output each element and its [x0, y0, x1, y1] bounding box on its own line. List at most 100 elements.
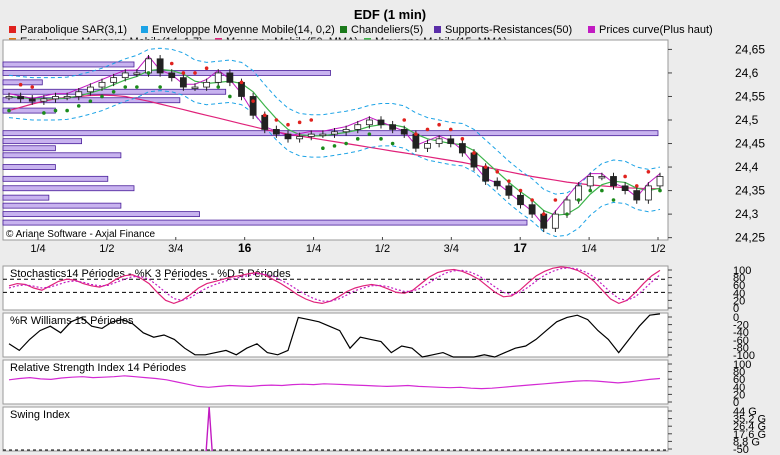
sar-dot	[181, 71, 186, 75]
candle-body	[52, 96, 59, 100]
candle-body	[331, 131, 338, 135]
sar-dot	[88, 99, 93, 103]
sar-dot	[646, 169, 651, 174]
sar-dot	[18, 82, 23, 87]
sar-dot	[367, 132, 372, 136]
price-x-tick-label: 1/2	[99, 243, 114, 255]
support-resistance-bar	[2, 185, 135, 192]
legend-label: Chandeliers(5)	[351, 24, 423, 36]
sar-dot	[239, 80, 244, 85]
candle-body	[586, 176, 594, 187]
legend-swatch	[434, 26, 441, 33]
candle-body	[179, 77, 187, 88]
support-resistance-bar	[2, 138, 82, 145]
sar-dot	[30, 85, 35, 89]
sar-dot	[76, 104, 81, 108]
candle-body	[621, 185, 629, 191]
price-y-tick-label: 24,35	[735, 184, 765, 198]
indicator-title: Swing Index	[10, 409, 70, 421]
candle-body	[377, 119, 385, 126]
candle-body	[517, 194, 524, 206]
sar-dot	[111, 89, 116, 94]
candle-body	[5, 96, 13, 99]
sar-dot	[390, 141, 395, 146]
sar-dot	[332, 144, 337, 148]
candle-body	[412, 133, 420, 149]
candle-body	[145, 58, 152, 74]
sar-dot	[204, 66, 209, 71]
candle-body	[156, 58, 164, 74]
sar-dot	[541, 212, 546, 216]
candle-body	[272, 129, 280, 135]
candle-body	[435, 138, 443, 144]
support-resistance-bar	[2, 175, 109, 182]
candle-body	[168, 72, 176, 79]
candle-body	[447, 138, 455, 144]
candle-body	[493, 180, 501, 187]
sar-dot	[402, 118, 407, 122]
sar-dot	[472, 151, 476, 155]
price-x-tick-label: 1/4	[306, 243, 321, 255]
price-x-tick-label: 16	[238, 241, 252, 255]
candle-body	[470, 152, 478, 168]
edf-chart: EDF (1 min) Parabolique SAR(3,1) Enveloppp…	[2, 7, 766, 455]
candle-body	[86, 86, 94, 93]
sar-dot	[355, 137, 360, 141]
price-y-tick-label: 24,3	[735, 207, 759, 221]
candle-body	[644, 185, 652, 201]
candle-body	[98, 81, 106, 88]
candle-body	[575, 185, 583, 201]
sar-dot	[297, 120, 302, 125]
sar-dot	[42, 111, 46, 115]
candle-body	[17, 96, 25, 100]
sar-dot	[495, 169, 500, 174]
candle-body	[400, 129, 408, 135]
sar-dot	[576, 198, 581, 202]
candle-body	[63, 96, 71, 99]
sar-dot	[425, 127, 430, 132]
support-resistance-bar	[2, 79, 43, 86]
sar-dot	[262, 113, 267, 118]
price-x-tick-label: 17	[514, 241, 528, 255]
price-x-tick-label: 1/2	[650, 243, 665, 255]
candle-body	[214, 72, 222, 83]
legend-label: Supports-Resistances(50)	[445, 24, 572, 36]
price-y-tick-label: 24,55	[735, 89, 765, 103]
sar-dot	[530, 198, 534, 202]
indicator-title: Relative Strength Index 14 Périodes	[10, 362, 187, 374]
sar-dot	[483, 165, 488, 169]
sar-dot	[448, 127, 453, 132]
chart-title: EDF (1 min)	[354, 7, 426, 22]
support-resistance-bar	[2, 145, 56, 152]
watermark: © Ariane Software - Axial Finance	[6, 229, 156, 240]
support-resistance-bar	[2, 211, 200, 218]
sar-dot	[600, 188, 604, 193]
candle-body	[249, 96, 257, 116]
legend-label: Parabolique SAR(3,1)	[20, 24, 127, 36]
price-x-tick-label: 1/4	[30, 243, 45, 255]
sar-dot	[100, 94, 104, 99]
price-y-tick-label: 24,5	[735, 113, 759, 127]
legend-swatch	[9, 26, 16, 33]
price-x-tick-label: 3/4	[168, 243, 183, 255]
candle-body	[203, 81, 211, 88]
legend-swatch	[141, 26, 148, 33]
candle-body	[528, 204, 536, 215]
sar-dot	[7, 108, 11, 113]
sar-dot	[274, 118, 279, 122]
candle-body	[563, 199, 571, 215]
sar-dot	[123, 85, 128, 89]
candle-body	[656, 176, 664, 187]
sar-dot	[518, 188, 523, 193]
support-resistance-bar	[2, 152, 122, 159]
candle-body	[482, 166, 490, 182]
candle-body	[424, 143, 431, 149]
sar-dot	[286, 122, 290, 127]
candle-body	[226, 72, 234, 83]
sar-dot	[623, 174, 627, 179]
support-resistance-bar	[2, 202, 122, 209]
sar-dot	[507, 179, 511, 183]
sar-dot	[414, 132, 418, 136]
sar-dot	[565, 212, 569, 216]
candle-body	[238, 81, 245, 97]
